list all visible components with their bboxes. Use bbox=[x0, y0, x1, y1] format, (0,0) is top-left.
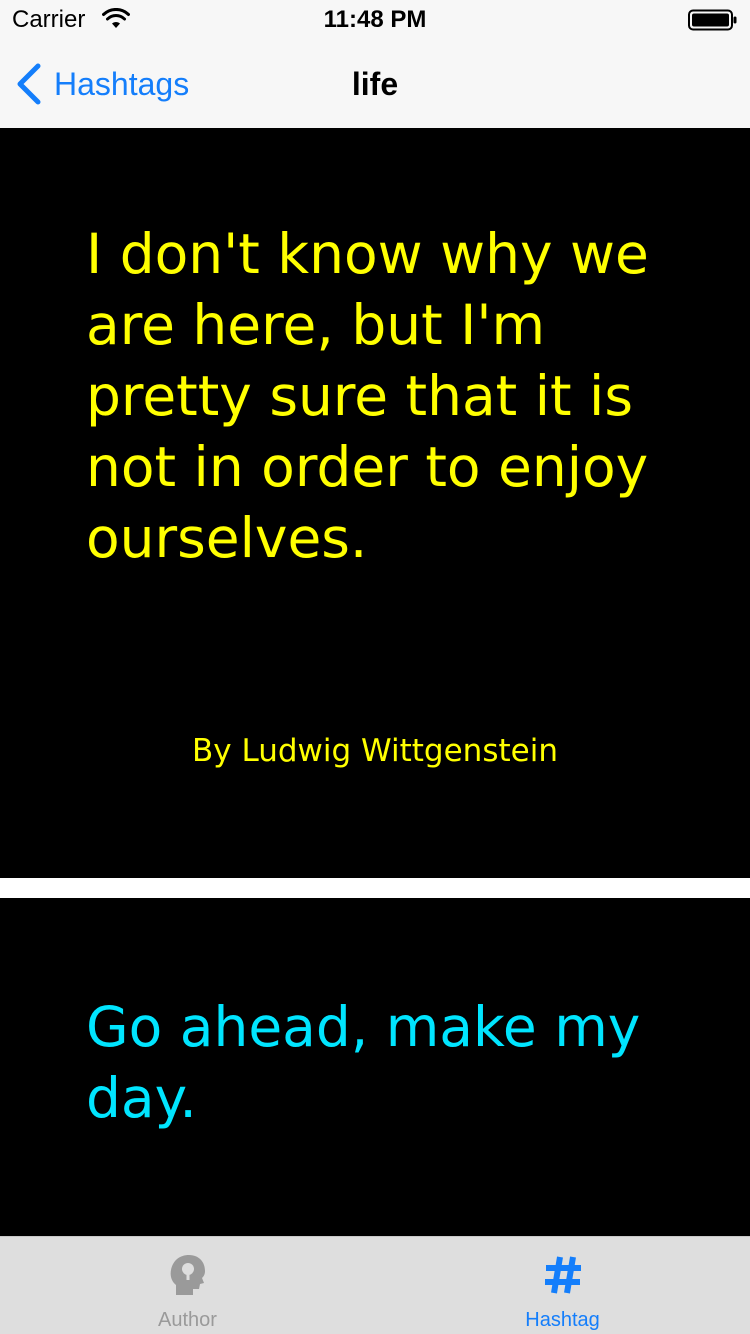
tab-bar: Author Hashtag bbox=[0, 1236, 750, 1334]
page-title: life bbox=[351, 66, 399, 102]
screen: Carrier 11:48 PM Hashtags life I don't k… bbox=[0, 0, 750, 1334]
quote-text: I don't know why we are here, but I'm pr… bbox=[86, 222, 649, 570]
quote-list[interactable]: I don't know why we are here, but I'm pr… bbox=[0, 128, 750, 1236]
tab-hashtag[interactable]: Hashtag bbox=[375, 1237, 750, 1334]
status-bar: Carrier 11:48 PM bbox=[0, 0, 750, 40]
tab-author-label: Author bbox=[158, 1309, 217, 1331]
head-profile-icon bbox=[170, 1255, 205, 1295]
quote-card[interactable]: I don't know why we are here, but I'm pr… bbox=[0, 128, 750, 878]
navigation-bar: Hashtags life bbox=[0, 40, 750, 128]
quote-card[interactable]: Go ahead, make my day. bbox=[0, 898, 750, 1236]
tab-author[interactable]: Author bbox=[0, 1237, 375, 1334]
quote-text: Go ahead, make my day. bbox=[86, 995, 641, 1130]
tab-hashtag-label: Hashtag bbox=[525, 1309, 600, 1331]
battery-icon bbox=[688, 9, 737, 31]
quote-author: By Ludwig Wittgenstein bbox=[192, 733, 558, 769]
hashtag-icon bbox=[544, 1256, 581, 1294]
status-time: 11:48 PM bbox=[323, 6, 427, 33]
